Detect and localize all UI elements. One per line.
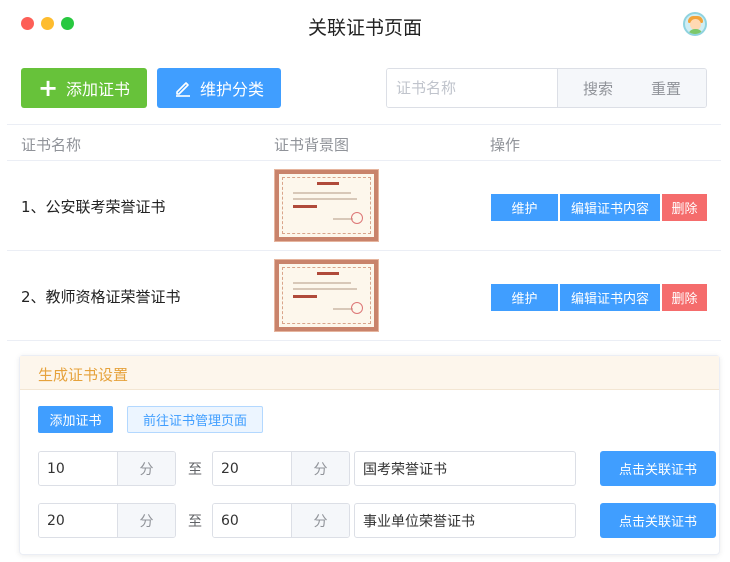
column-header-actions: 操作 [490,136,521,154]
app-window: 关联证书页面 + 添加证书 维护分类 搜索 重置 证书名称 证书背景图 操作 1… [0,0,730,562]
score-to-input[interactable] [213,452,291,485]
table-row: 2、教师资格证荣誉证书 维护 编辑证书内容 删除 [7,251,721,341]
add-certificate-button[interactable]: + 添加证书 [21,68,147,108]
edit-certificate-content-button[interactable]: 编辑证书内容 [560,194,660,221]
certificate-settings-panel: 生成证书设置 添加证书 前往证书管理页面 分 至 分 点击关联证书 分 至 [19,355,720,555]
link-certificate-button[interactable]: 点击关联证书 [600,451,716,486]
column-header-name: 证书名称 [21,136,82,154]
maintain-button[interactable]: 维护 [491,284,558,311]
score-from-group: 分 [38,503,176,538]
unit-label: 分 [117,452,175,485]
unit-label: 分 [117,504,175,537]
certificate-name-input[interactable] [354,503,576,538]
score-range-row: 分 至 分 点击关联证书 [38,451,716,486]
search-button[interactable]: 搜索 [583,78,613,99]
to-label: 至 [188,514,202,530]
to-label: 至 [188,462,202,478]
certificate-name-search-input[interactable] [387,69,557,107]
certificate-name-input[interactable] [354,451,576,486]
edit-certificate-content-button[interactable]: 编辑证书内容 [560,284,660,311]
edit-icon [175,82,190,97]
score-to-input[interactable] [213,504,291,537]
plus-icon: + [37,74,59,102]
delete-button[interactable]: 删除 [662,194,707,221]
reset-button[interactable]: 重置 [651,78,681,99]
maintain-category-button[interactable]: 维护分类 [157,68,281,108]
delete-button[interactable]: 删除 [662,284,707,311]
maintain-category-label: 维护分类 [199,80,264,99]
link-certificate-button[interactable]: 点击关联证书 [600,503,716,538]
table-header: 证书名称 证书背景图 操作 [7,124,721,161]
column-header-background: 证书背景图 [274,136,350,154]
certificate-name: 2、教师资格证荣誉证书 [21,288,181,306]
title-bar: 关联证书页面 [0,0,730,50]
unit-label: 分 [291,504,349,537]
score-from-group: 分 [38,451,176,486]
score-from-input[interactable] [39,452,117,485]
unit-label: 分 [291,452,349,485]
score-to-group: 分 [212,503,350,538]
user-avatar[interactable] [683,12,707,36]
maintain-button[interactable]: 维护 [491,194,558,221]
certificate-background-thumbnail[interactable] [274,259,379,332]
certificate-name: 1、公安联考荣誉证书 [21,198,166,216]
score-to-group: 分 [212,451,350,486]
search-bar: 搜索 重置 [386,68,707,108]
goto-certificate-management-button[interactable]: 前往证书管理页面 [127,406,263,433]
certificate-background-thumbnail[interactable] [274,169,379,242]
panel-title: 生成证书设置 [20,356,719,390]
settings-add-certificate-button[interactable]: 添加证书 [38,406,113,433]
add-certificate-label: 添加证书 [66,80,131,99]
table-row: 1、公安联考荣誉证书 维护 编辑证书内容 删除 [7,161,721,251]
score-from-input[interactable] [39,504,117,537]
score-range-row: 分 至 分 点击关联证书 [38,503,716,538]
window-title: 关联证书页面 [307,17,422,39]
